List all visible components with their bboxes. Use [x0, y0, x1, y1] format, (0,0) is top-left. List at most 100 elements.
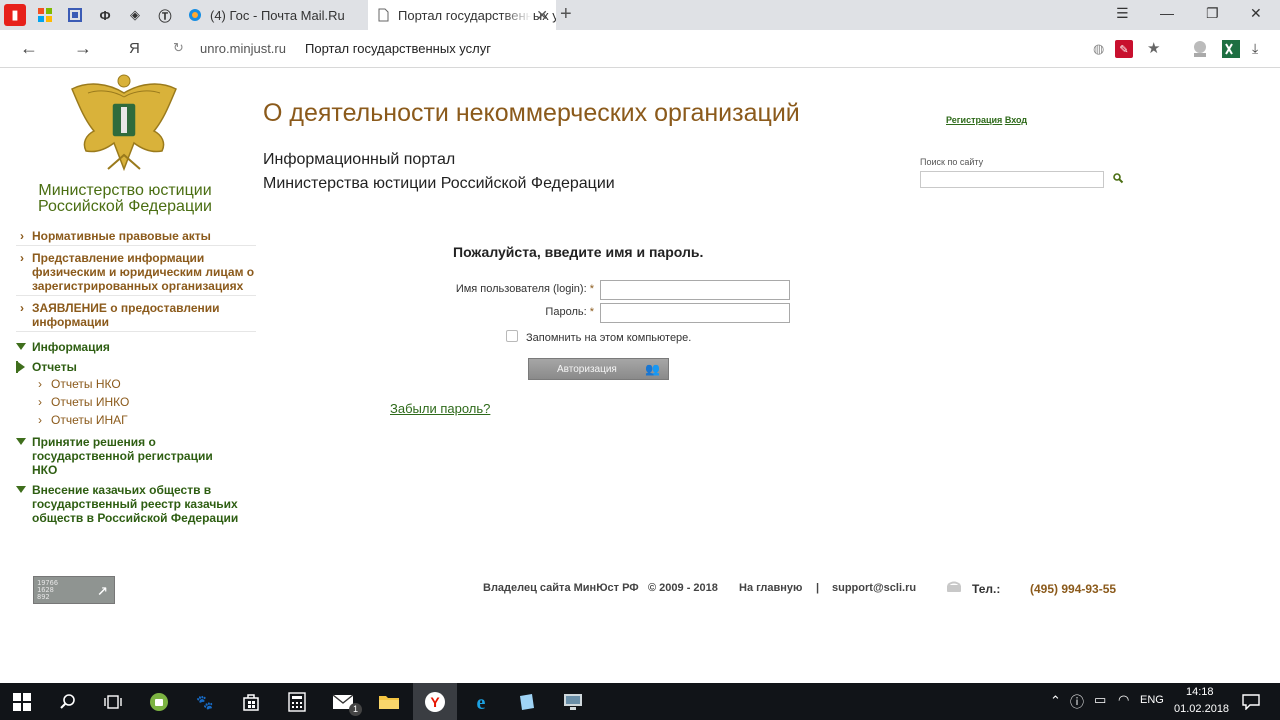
mail-badge: 1	[349, 703, 362, 716]
globe-icon[interactable]: ◍	[1093, 41, 1104, 57]
tab-label: Портал государственных услуг	[398, 7, 556, 23]
nav-reports-inko[interactable]: Отчеты ИНКО	[16, 393, 256, 411]
nav-information-provision[interactable]: Представление информации физическим и юр…	[16, 251, 256, 296]
username-input[interactable]	[600, 280, 790, 300]
ministry-name-line2: Российской Федерации	[38, 198, 212, 215]
calculator-icon[interactable]	[286, 691, 308, 713]
extension-icon[interactable]	[1190, 39, 1210, 59]
username-label: Имя пользователя (login): *	[455, 283, 594, 295]
footer-home-link[interactable]: На главную	[739, 582, 802, 594]
footer-phone-label: Тел.:	[972, 582, 1001, 596]
page-content: Министерство юстиции Российской Федераци…	[0, 69, 1280, 683]
wifi-icon[interactable]: ◠	[1118, 692, 1129, 708]
left-navigation: Нормативные правовые акты Представление …	[16, 229, 256, 531]
portal-subtitle-line1: Информационный портал	[263, 151, 456, 168]
new-tab-button[interactable]: +	[560, 3, 572, 26]
expand-arrow-icon	[16, 486, 26, 493]
collapse-arrow-icon	[18, 362, 25, 372]
internet-explorer-icon[interactable]: e	[470, 691, 492, 713]
ministry-emblem	[71, 74, 177, 172]
footer-email[interactable]: support@scli.ru	[832, 582, 916, 594]
footer-phone: (495) 994-93-55	[1030, 582, 1117, 596]
t-circle-tab-icon[interactable]: Ⓣ	[154, 4, 176, 26]
nav-normative-acts[interactable]: Нормативные правовые акты	[16, 229, 256, 246]
browser-tab-bar: ▮ Ф ◈ Ⓣ (4) Гос - Почта Mail.Ru Портал г…	[0, 0, 1280, 30]
forgot-password-link[interactable]: Забыли пароль?	[390, 401, 490, 416]
file-explorer-icon[interactable]	[378, 691, 400, 713]
diamond-tab-icon[interactable]: ◈	[124, 4, 146, 26]
nav-reports-label: Отчеты	[32, 360, 77, 374]
header-links: Регистрация Вход	[946, 115, 1027, 125]
opera-tab-icon[interactable]: ▮	[4, 4, 26, 26]
authorize-button-label: Авторизация	[557, 363, 617, 375]
notification-center-icon[interactable]	[1240, 691, 1262, 713]
battery-icon[interactable]: ▭	[1094, 692, 1106, 708]
square-tab-icon[interactable]	[64, 4, 86, 26]
notes-app-icon[interactable]	[516, 691, 538, 713]
yandex-browser-icon[interactable]: Y	[424, 691, 446, 713]
footer-owner: Владелец сайта МинЮст РФ	[483, 582, 639, 594]
clock-date[interactable]: 01.02.2018	[1174, 703, 1229, 715]
reload-icon[interactable]: ↻	[173, 40, 184, 56]
nav-registration-decision[interactable]: Принятие решения о государственной регис…	[16, 435, 241, 477]
phi-tab-icon[interactable]: Ф	[94, 4, 116, 26]
download-icon[interactable]: ⤓	[1252, 40, 1258, 57]
nav-registration-decision-label: Принятие решения о государственной регис…	[32, 435, 213, 477]
back-button[interactable]: ←	[20, 38, 38, 59]
language-indicator[interactable]: ENG	[1140, 694, 1164, 706]
nav-cossack-societies[interactable]: Внесение казачьих обществ в государствен…	[16, 483, 248, 525]
menu-icon[interactable]: ☰	[1116, 5, 1129, 22]
users-icon: 👥	[645, 362, 660, 376]
tab-portal[interactable]: Портал государственных услуг ✕	[368, 0, 556, 30]
nav-application[interactable]: ЗАЯВЛЕНИЕ о предоставлении информации	[16, 301, 256, 332]
nav-cossack-societies-label: Внесение казачьих обществ в государствен…	[32, 483, 239, 525]
nav-reports-inag[interactable]: Отчеты ИНАГ	[16, 411, 256, 429]
yandex-tab-icon[interactable]	[34, 4, 56, 26]
nav-reports-nko[interactable]: Отчеты НКО	[16, 375, 256, 393]
task-view-icon[interactable]	[102, 691, 124, 713]
search-icon[interactable]	[57, 691, 79, 713]
clock-time[interactable]: 14:18	[1186, 686, 1214, 698]
ministry-name: Министерство юстиции Российской Федераци…	[20, 183, 230, 215]
excel-icon[interactable]	[1220, 38, 1242, 60]
password-input[interactable]	[600, 303, 790, 323]
expand-arrow-icon	[16, 438, 26, 445]
url-field[interactable]: ↻ unro.minjust.ru Портал государственных…	[163, 35, 1175, 63]
footer-copyright: © 2009 - 2018	[648, 582, 718, 594]
restore-button[interactable]: ❐	[1206, 5, 1219, 22]
cat-app-icon[interactable]: 🐾	[194, 691, 216, 713]
forward-button[interactable]: →	[74, 38, 92, 59]
phone-icon	[947, 581, 961, 592]
visit-counter[interactable]: 19766 1628 892 ↗	[33, 576, 115, 604]
search-input[interactable]	[920, 171, 1104, 188]
svg-text:e: e	[477, 692, 486, 713]
yandex-home-button[interactable]: Я	[129, 40, 140, 57]
search-icon[interactable]	[1112, 172, 1124, 184]
close-window-button[interactable]: ✕	[1250, 5, 1262, 22]
authorize-button[interactable]: Авторизация 👥	[528, 358, 669, 380]
page-icon	[378, 8, 389, 22]
register-link[interactable]: Регистрация	[946, 115, 1002, 125]
windows-start-icon[interactable]	[11, 691, 33, 713]
windows-taskbar: 🐾 1 Y e ⌃ ⓘ ▭ ◠ ENG 14:18 01.02.2018	[0, 683, 1280, 720]
store-icon[interactable]	[240, 691, 262, 713]
tab-mail[interactable]: (4) Гос - Почта Mail.Ru	[180, 0, 366, 30]
expand-arrow-icon	[16, 343, 26, 350]
tab-label: (4) Гос - Почта Mail.Ru	[210, 7, 345, 23]
close-tab-icon[interactable]: ✕	[536, 7, 548, 24]
show-hidden-icons[interactable]: ⌃	[1050, 693, 1061, 709]
nav-information-label: Информация	[32, 340, 110, 354]
password-label: Пароль: *	[545, 306, 594, 318]
minimize-button[interactable]: —	[1160, 5, 1174, 21]
nav-information[interactable]: Информация	[16, 340, 256, 354]
remember-checkbox[interactable]	[506, 330, 518, 342]
svg-text:Y: Y	[430, 694, 440, 710]
android-icon[interactable]	[148, 691, 170, 713]
remote-desktop-icon[interactable]	[562, 691, 584, 713]
info-tray-icon[interactable]: ⓘ	[1070, 692, 1084, 712]
nav-reports[interactable]: Отчеты	[16, 360, 256, 374]
login-link[interactable]: Вход	[1005, 115, 1027, 125]
bookmark-star-icon[interactable]: ★	[1147, 39, 1160, 57]
protect-icon[interactable]: ✎	[1115, 40, 1133, 58]
url-domain: unro.minjust.ru	[200, 41, 286, 56]
